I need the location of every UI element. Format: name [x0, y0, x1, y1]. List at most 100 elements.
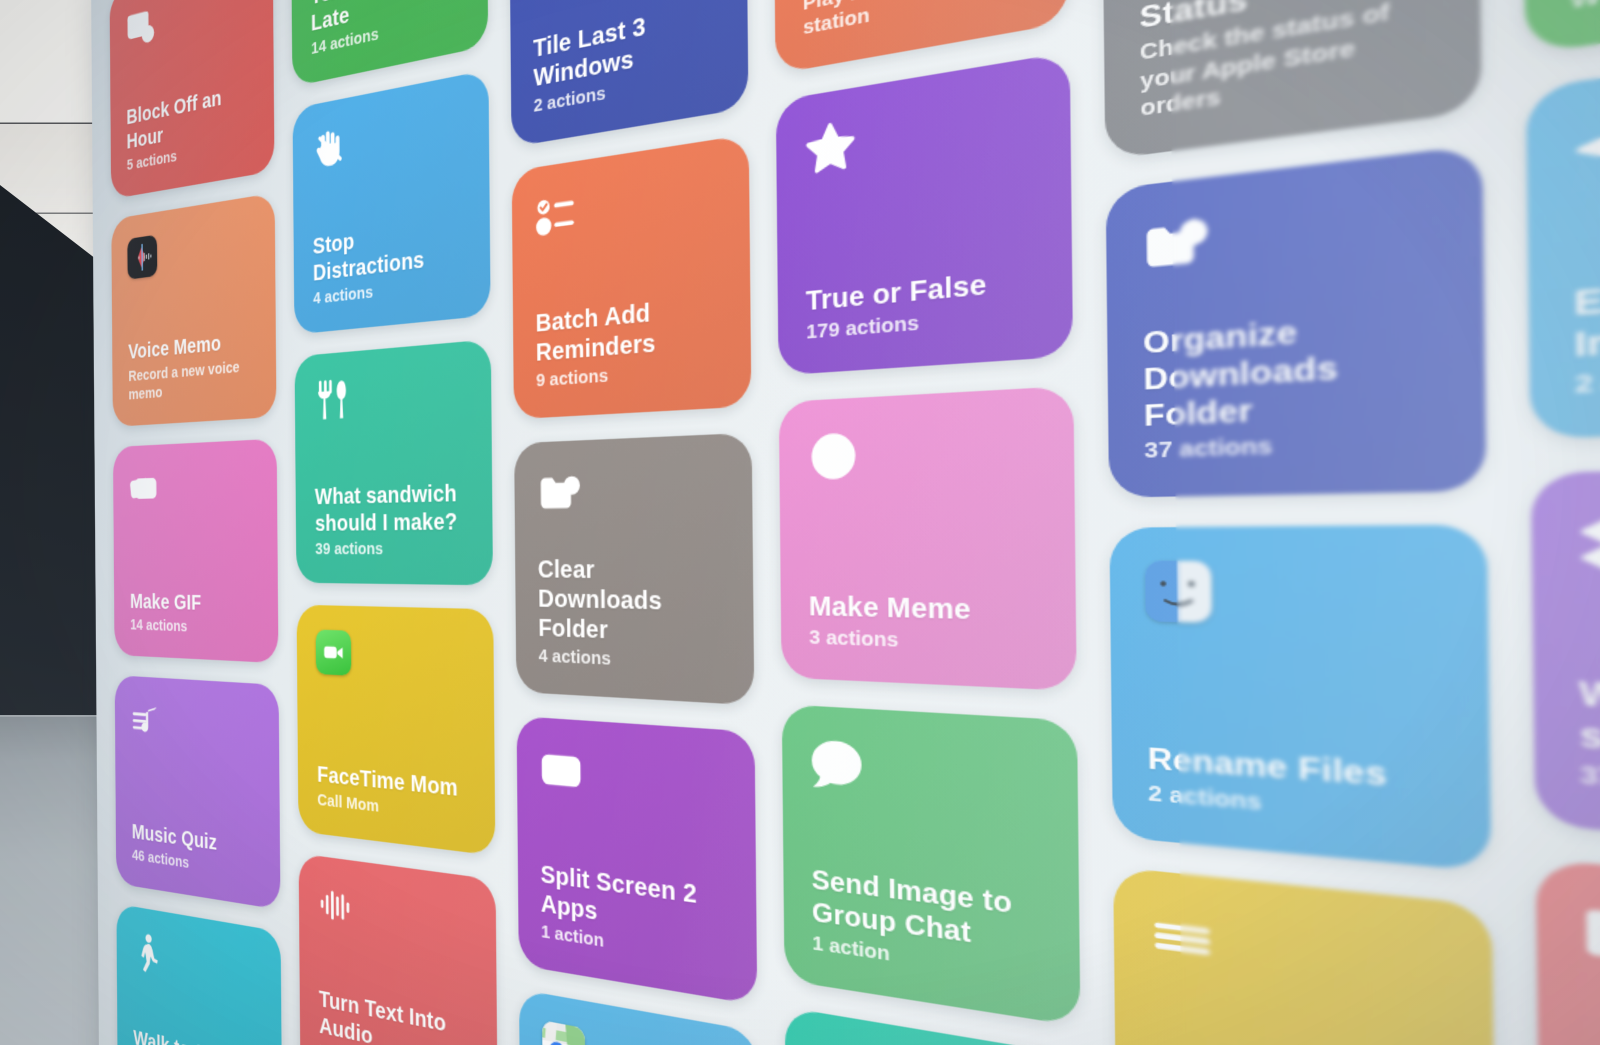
shortcut-card-subtitle: Message Ayaka Nonaka and Ari Weinstein — [1569, 0, 1600, 17]
shortcut-card[interactable]: Walk to Coffee Shop3 actions — [116, 904, 282, 1045]
shortcuts-wall-wrapper: Block Off an Hour 5 actions Voice Memo Rec… — [0, 0, 1600, 1045]
column-3: Tile Last 3 Windows 2 actions Batch Add Re… — [509, 0, 760, 1045]
shortcut-card[interactable]: Make Meme 3 actions — [779, 386, 1077, 691]
column-2: Text Running Late14 actions Stop Distract… — [291, 0, 498, 1045]
message-up-icon — [810, 736, 863, 795]
shortcut-card[interactable]: Rename Files 2 actions — [1110, 525, 1491, 872]
folder-gear-icon — [1142, 211, 1209, 279]
shortcut-card-text: Send Image to Group Chat 1 action — [811, 864, 1046, 992]
shortcut-card-subtitle: 4 actions — [538, 646, 727, 677]
shortcut-card-text: Batch Add Reminders 9 actions — [535, 291, 724, 393]
shortcut-card[interactable]: Block Off an Hour 5 actions — [110, 0, 275, 199]
shortcut-card-title: What sandwich should I make? — [315, 480, 470, 537]
shortcut-card[interactable]: True or False 179 actions — [776, 52, 1074, 376]
shortcut-card[interactable]: What's a shortcut?37 actions — [1530, 462, 1600, 864]
shortcuts-wall-panel: Block Off an Hour 5 actions Voice Memo Rec… — [91, 0, 1600, 1045]
shortcut-card-subtitle: Play indie radio station — [803, 0, 1036, 42]
shortcut-card-subtitle: Record a new voice memo — [128, 356, 258, 405]
paper-plane-icon — [1571, 110, 1600, 190]
shortcut-card[interactable]: Make GIF 14 actions — [113, 439, 279, 664]
shortcut-card-icon-slot — [1581, 901, 1600, 1028]
shortcut-card-icon-slot — [813, 1041, 1048, 1045]
layers-icon — [1576, 509, 1600, 580]
shortcut-card-text: Sound the AlarmsMessage Ayaka Nonaka and… — [1568, 0, 1600, 17]
column-6: Sound the AlarmsMessage Ayaka Nonaka and… — [1522, 0, 1600, 1045]
shortcut-card-icon-slot — [126, 0, 256, 57]
shortcut-card-subtitle: 39 actions — [315, 539, 470, 561]
shortcut-card-title: Make GIF — [130, 589, 260, 617]
shortcut-card-text: Text Running Late14 actions — [311, 0, 466, 61]
shortcut-card[interactable]: Sort Lines4 actions — [1114, 867, 1496, 1045]
shortcut-card-text: Tile Last 3 Windows 2 actions — [533, 0, 721, 119]
quote-bubble-icon — [1581, 901, 1600, 981]
folder-minus-icon — [537, 468, 580, 518]
shortcut-card[interactable]: Batch Add Reminders 9 actions — [511, 134, 751, 419]
shortcut-card-icon-slot — [539, 744, 728, 819]
music-list-icon — [131, 699, 161, 742]
shortcut-card-text: What's a shortcut?37 actions — [1578, 674, 1600, 820]
facetime-app-icon — [316, 630, 352, 676]
shortcut-card-icon-slot — [1571, 72, 1600, 199]
fork-knife-icon — [314, 376, 350, 423]
hourglass-icon — [813, 1041, 866, 1045]
shortcut-card-text: What sandwich should I make? 39 actions — [315, 480, 471, 562]
shortcut-card[interactable]: Turn Text Into Audio5 actions — [299, 853, 498, 1045]
shortcut-card[interactable]: Haiku Game37 actions — [1535, 859, 1600, 1045]
shortcut-card-text: Email Last Image2 actions — [1573, 254, 1600, 403]
shortcut-card-icon-slot — [316, 630, 472, 690]
walking-person-icon — [133, 929, 163, 976]
shortcut-card-title: Walk to Coffee Shop — [133, 1026, 264, 1045]
waveform-icon — [318, 880, 354, 930]
shortcut-card-icon-slot — [537, 463, 726, 525]
shortcut-card-text: Block Off an Hour 5 actions — [126, 78, 256, 176]
shortcut-card-icon-slot — [1146, 561, 1445, 638]
shortcut-card-icon-slot — [318, 880, 474, 957]
shortcut-card-title: Batch Add Reminders — [535, 291, 724, 367]
shortcut-card-icon-slot — [542, 1020, 732, 1045]
shortcut-card-text: Play Indie JamsPlay indie radio station — [802, 0, 1036, 42]
shortcuts-grid: Block Off an Hour 5 actions Voice Memo Rec… — [91, 0, 1600, 1045]
shortcut-card-subtitle: 37 actions — [1580, 761, 1600, 820]
shortcut-card-title: Clear Downloads Folder — [538, 556, 727, 649]
shortcut-card[interactable]: Email Last Image2 actions — [1525, 22, 1600, 439]
voice-memos-app-icon — [127, 235, 157, 280]
column-1: Block Off an Hour 5 actions Voice Memo Rec… — [110, 0, 283, 1045]
shortcut-card-text: Clear Downloads Folder 4 actions — [538, 556, 728, 678]
shortcut-card-title: Organize Downloads Folder — [1143, 304, 1442, 434]
shortcut-card-icon-slot — [804, 89, 1038, 187]
shortcut-card-icon-slot — [131, 699, 261, 758]
shortcut-card-title: Make Meme — [809, 591, 1043, 629]
shortcut-card-text: Walk to Coffee Shop3 actions — [133, 1026, 264, 1045]
shortcut-card[interactable]: Organize Downloads Folder 37 actions — [1106, 145, 1486, 498]
shortcut-card-icon-slot — [1576, 505, 1600, 593]
finder-app-icon — [1146, 561, 1213, 623]
shortcut-card[interactable]: Tile Last 3 Windows 2 actions — [509, 0, 749, 147]
shortcut-card[interactable]: FaceTime Mom Call Mom — [297, 605, 495, 856]
shortcut-card[interactable]: What sandwich should I make? 39 actions — [295, 339, 493, 585]
column-4: Play Indie JamsPlay indie radio station T… — [774, 0, 1085, 1045]
shortcut-card-icon-slot — [312, 100, 467, 180]
shortcut-card-subtitle: 14 actions — [130, 616, 260, 640]
shortcut-card-icon-slot — [534, 167, 722, 250]
shortcut-card[interactable]: Clear Downloads Folder 4 actions — [514, 433, 755, 706]
shortcut-card-text: Make GIF 14 actions — [130, 589, 260, 640]
checklist-icon — [534, 188, 577, 243]
photo-stack-icon — [129, 467, 159, 509]
shortcut-card[interactable]: Music Quiz 46 actions — [115, 675, 281, 910]
shortcut-card-text: True or False 179 actions — [806, 263, 1040, 347]
calendar-add-icon — [126, 2, 156, 50]
shortcut-card[interactable]: Text Running Late14 actions — [291, 0, 488, 87]
shortcut-card[interactable]: Check Order StatusCheck the status of yo… — [1102, 0, 1481, 160]
shortcut-card-text: Stop Distractions 4 actions — [313, 212, 468, 310]
shortcut-card-icon-slot — [314, 367, 469, 430]
shortcut-card-subtitle: 37 actions — [1144, 428, 1442, 467]
shortcut-card[interactable]: Send Image to Group Chat 1 action — [782, 704, 1081, 1026]
shortcut-card-text: Rename Files 2 actions — [1148, 741, 1447, 835]
shortcut-card-text: FaceTime Mom Call Mom — [317, 761, 473, 829]
shortcut-card[interactable]: Sound the AlarmsMessage Ayaka Nonaka and… — [1522, 0, 1600, 54]
shortcut-card[interactable]: Voice Memo Record a new voice memo — [111, 193, 276, 427]
shortcut-card[interactable]: Split Screen 2 Apps 1 action — [516, 716, 757, 1005]
shortcut-card[interactable]: Stop Distractions 4 actions — [293, 70, 490, 335]
shortcut-card-icon-slot — [1149, 904, 1448, 1015]
shortcut-card-text: Make Meme 3 actions — [809, 591, 1043, 661]
